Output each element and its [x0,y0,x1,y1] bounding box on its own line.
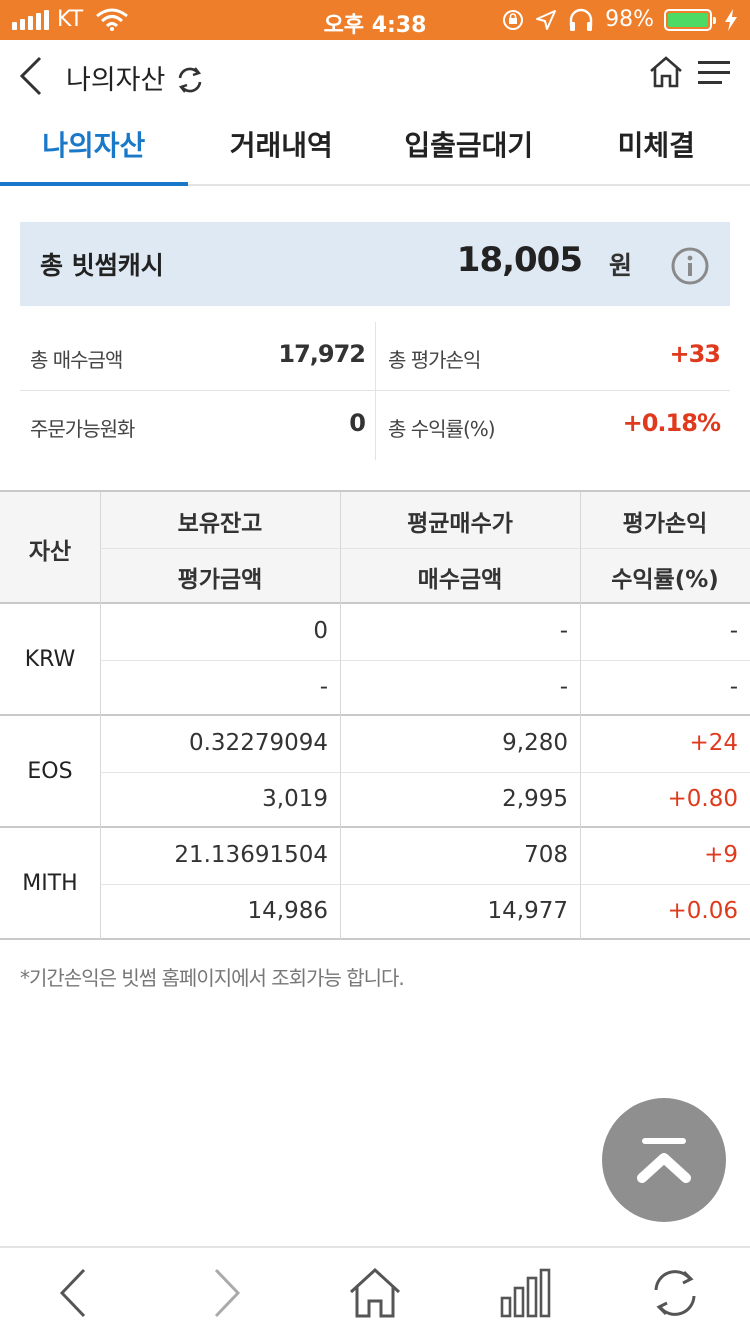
scroll-to-top-button[interactable] [602,1098,726,1222]
buy-amount-cell: 14,977 [487,898,568,924]
bottom-toolbar [0,1246,750,1334]
row-divider [100,884,750,885]
forward-icon[interactable] [198,1266,252,1320]
table-header: 자산 보유잔고 평가금액 평균매수가 매수금액 평가손익 수익률(%) [0,492,750,604]
info-icon[interactable] [670,246,710,286]
buy-amount-cell: 2,995 [502,786,568,812]
menu-icon[interactable] [698,58,730,88]
rotation-lock-icon [503,9,524,30]
summary-divider [375,322,376,460]
row-divider [100,660,750,661]
return-rate-cell: - [729,674,738,700]
tab-deposit-withdrawal-pending[interactable]: 입출금대기 [375,112,563,184]
return-rate-cell: +0.80 [667,786,738,812]
available-krw-label: 주문가능원화 [30,417,135,441]
header-buy-amount: 매수금액 [417,567,503,593]
status-right: 98% [501,7,738,32]
total-buy-value: 17,972 [278,340,366,368]
location-arrow-icon [536,9,557,30]
back-icon[interactable] [48,1266,102,1320]
asset-name: MITH [22,871,78,896]
table-row[interactable]: EOS 0.32279094 9,280 +24 3,019 2,995 +0.… [0,716,750,828]
header-avg-buy-price: 평균매수가 [407,511,513,537]
headphones-icon [569,8,593,31]
holding-cell: 0 [313,618,328,644]
table-row[interactable]: MITH 21.13691504 708 +9 14,986 14,977 +0… [0,828,750,940]
return-rate-cell: +0.06 [667,898,738,924]
battery-percent: 98% [605,7,654,32]
header-eval-pl: 평가손익 [622,511,708,537]
buy-amount-cell: - [559,674,568,700]
total-cash-amount: 18,005 [456,240,583,280]
asset-name: KRW [24,647,76,672]
header-return-rate: 수익률(%) [611,567,719,593]
row-divider [100,548,750,549]
eval-pl-cell: +24 [689,730,738,756]
total-return-label: 총 수익률(%) [388,417,496,441]
total-cash-panel: 총 빗썸캐시 18,005 원 [20,222,730,306]
total-buy-label: 총 매수금액 [30,348,123,372]
carrier-label: KT [57,7,84,32]
eval-pl-cell: - [729,618,738,644]
total-cash-unit: 원 [608,251,632,280]
table-row[interactable]: KRW 0 - - - - - [0,604,750,716]
back-arrow-icon[interactable] [16,52,48,100]
double-chevron-up-icon [637,1138,691,1183]
tab-bar: 나의자산 거래내역 입출금대기 미체결 [0,112,750,186]
status-left: KT [12,7,129,32]
holding-cell: 21.13691504 [174,842,328,868]
avg-buy-price-cell: 708 [524,842,568,868]
holding-cell: 0.32279094 [188,730,328,756]
avg-buy-price-cell: - [559,618,568,644]
total-return-value: +0.18% [622,409,721,437]
total-eval-pl-label: 총 평가손익 [388,348,481,372]
footnote: *기간손익은 빗썸 홈페이지에서 조회가능 합니다. [20,966,405,990]
asset-name: EOS [27,759,73,784]
wifi-icon [96,8,129,31]
eval-amount-cell: 3,019 [262,786,328,812]
header-eval-amount: 평가금액 [177,567,263,593]
tab-unfilled-orders[interactable]: 미체결 [563,112,750,184]
tab-transaction-history[interactable]: 거래내역 [188,112,376,184]
total-cash-label: 총 빗썸캐시 [40,251,164,280]
refresh-icon[interactable] [174,64,206,96]
battery-icon [664,8,716,31]
app-header: 나의자산 [0,40,750,112]
home-icon[interactable] [648,54,684,90]
asset-summary: 총 매수금액 17,972 총 평가손익 +33 주문가능원화 0 총 수익률(… [20,322,730,460]
eval-amount-cell: 14,986 [247,898,328,924]
eval-amount-cell: - [319,674,328,700]
holdings-table: 자산 보유잔고 평가금액 평균매수가 매수금액 평가손익 수익률(%) KRW … [0,490,750,940]
home-icon[interactable] [348,1266,402,1320]
chart-icon[interactable] [498,1266,552,1320]
charging-bolt-icon [725,8,737,31]
reload-icon[interactable] [648,1266,702,1320]
header-holding: 보유잔고 [177,511,263,537]
status-bar: KT 오후 4:38 98% [0,0,750,40]
row-divider [100,772,750,773]
available-krw-value: 0 [349,409,366,437]
header-asset: 자산 [28,539,72,565]
signal-icon [12,9,49,30]
tab-my-assets[interactable]: 나의자산 [0,112,188,186]
eval-pl-cell: +9 [704,842,738,868]
avg-buy-price-cell: 9,280 [502,730,568,756]
total-eval-pl-value: +33 [669,340,721,368]
page-title: 나의자산 [66,65,166,96]
